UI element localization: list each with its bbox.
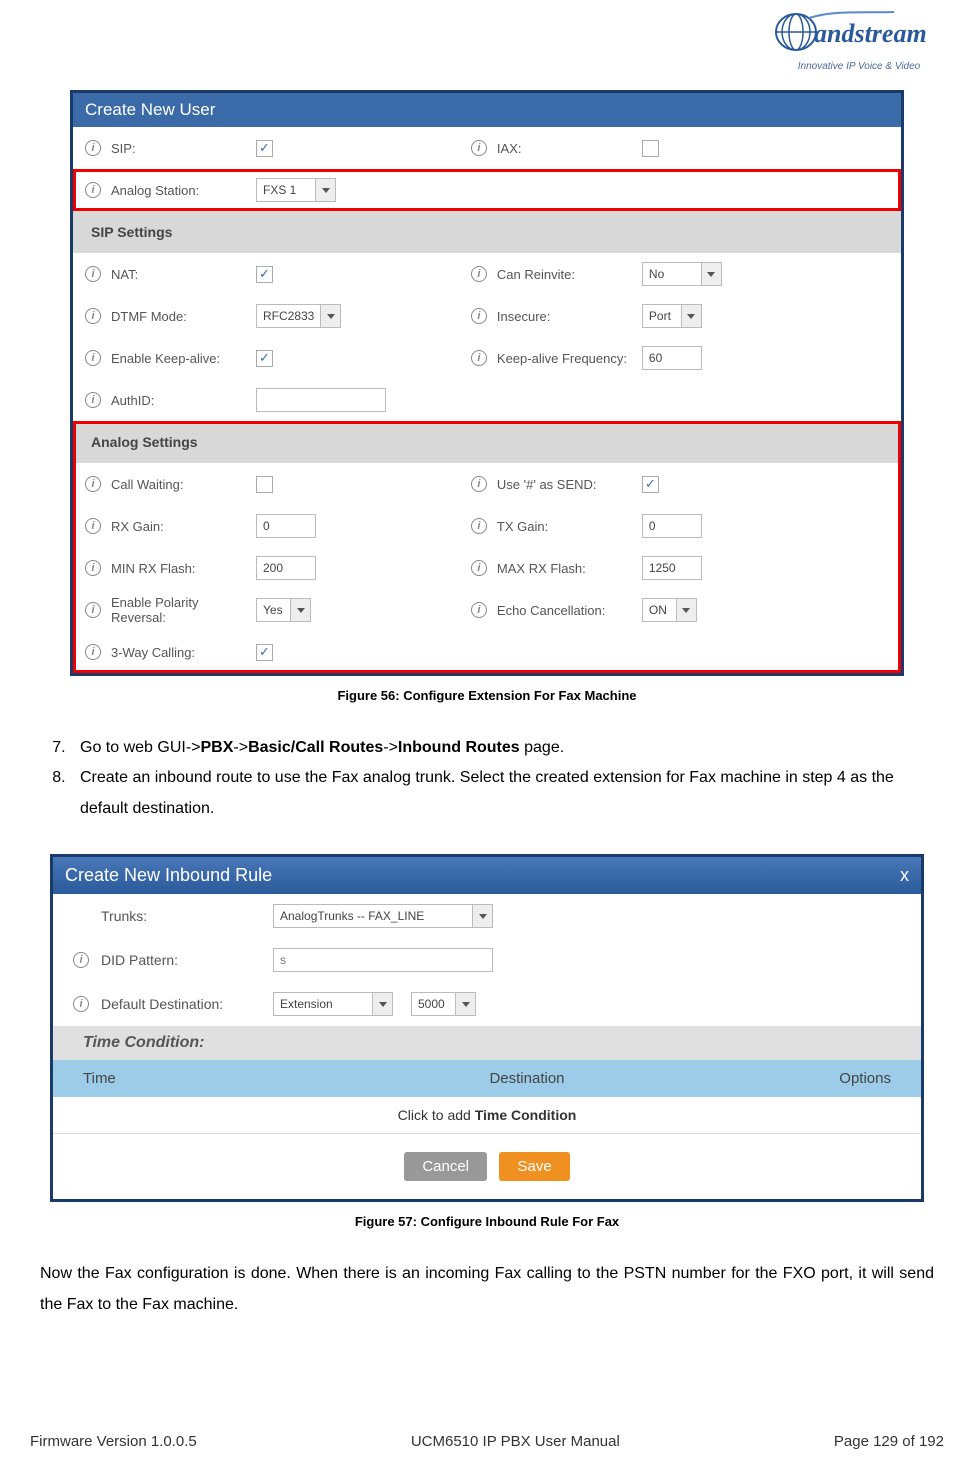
default-dest-label: Default Destination: — [101, 996, 223, 1012]
info-icon: i — [85, 392, 101, 408]
echo-select[interactable]: ON — [642, 598, 697, 622]
figure-56-caption: Figure 56: Configure Extension For Fax M… — [30, 688, 944, 703]
keepalive-freq-input[interactable] — [642, 346, 702, 370]
tc-col-time: Time — [83, 1070, 363, 1087]
tx-gain-input[interactable] — [642, 514, 702, 538]
info-icon: i — [85, 140, 101, 156]
logo-tagline: Innovative IP Voice & Video — [774, 61, 944, 72]
min-rx-label: MIN RX Flash: — [111, 561, 256, 576]
analog-settings-block: Analog Settings i Call Waiting: i Use '#… — [73, 421, 901, 673]
polarity-label: Enable Polarity Reversal: — [111, 595, 256, 625]
close-icon[interactable]: x — [900, 865, 909, 886]
can-reinvite-label: Can Reinvite: — [497, 267, 642, 282]
max-rx-label: MAX RX Flash: — [497, 561, 642, 576]
min-rx-input[interactable] — [256, 556, 316, 580]
can-reinvite-select[interactable]: No — [642, 262, 722, 286]
info-icon: i — [73, 996, 89, 1012]
info-icon: i — [85, 644, 101, 660]
footer-version: Firmware Version 1.0.0.5 — [30, 1433, 197, 1450]
keepalive-freq-label: Keep-alive Frequency: — [497, 351, 642, 366]
dest-type-select[interactable]: Extension — [273, 992, 393, 1016]
save-button[interactable]: Save — [499, 1152, 569, 1181]
info-icon: i — [471, 140, 487, 156]
did-input[interactable] — [273, 948, 493, 972]
step-7: Go to web GUI->PBX->Basic/Call Routes->I… — [70, 733, 944, 763]
step-8: Create an inbound route to use the Fax a… — [70, 763, 944, 824]
page-footer: Firmware Version 1.0.0.5 UCM6510 IP PBX … — [30, 1433, 944, 1450]
call-waiting-checkbox[interactable] — [256, 476, 273, 493]
keepalive-checkbox[interactable]: ✓ — [256, 350, 273, 367]
conclusion-text: Now the Fax configuration is done. When … — [40, 1259, 934, 1320]
info-icon: i — [85, 182, 101, 198]
svg-text:andstream: andstream — [814, 19, 927, 48]
threeway-label: 3-Way Calling: — [111, 645, 256, 660]
polarity-select[interactable]: Yes — [256, 598, 311, 622]
use-hash-label: Use '#' as SEND: — [497, 477, 642, 492]
time-condition-header: Time Condition: — [53, 1026, 921, 1060]
iax-label: IAX: — [497, 141, 642, 156]
cancel-button[interactable]: Cancel — [404, 1152, 487, 1181]
keepalive-label: Enable Keep-alive: — [111, 351, 256, 366]
iax-checkbox[interactable] — [642, 140, 659, 157]
info-icon: i — [85, 602, 101, 618]
info-icon: i — [471, 560, 487, 576]
time-condition-columns: Time Destination Options — [53, 1060, 921, 1097]
rx-gain-label: RX Gain: — [111, 519, 256, 534]
figure-56-panel: Create New User i SIP: ✓ i IAX: i Analog… — [70, 90, 904, 676]
authid-label: AuthID: — [111, 393, 256, 408]
analog-station-row: i Analog Station: FXS 1 — [73, 169, 901, 211]
echo-label: Echo Cancellation: — [497, 603, 642, 618]
panel-title: Create New User — [73, 93, 901, 127]
info-icon: i — [471, 350, 487, 366]
sip-settings-header: SIP Settings — [73, 211, 901, 253]
tx-gain-label: TX Gain: — [497, 519, 642, 534]
insecure-label: Insecure: — [497, 309, 642, 324]
info-icon: i — [471, 308, 487, 324]
call-waiting-label: Call Waiting: — [111, 477, 256, 492]
figure-57-caption: Figure 57: Configure Inbound Rule For Fa… — [30, 1214, 944, 1229]
tc-col-options: Options — [691, 1070, 891, 1087]
info-icon: i — [85, 308, 101, 324]
nat-checkbox[interactable]: ✓ — [256, 266, 273, 283]
did-label: DID Pattern: — [101, 952, 178, 968]
threeway-checkbox[interactable]: ✓ — [256, 644, 273, 661]
analog-settings-header: Analog Settings — [73, 421, 901, 463]
dest-ext-select[interactable]: 5000 — [411, 992, 476, 1016]
nat-label: NAT: — [111, 267, 256, 282]
instruction-list: Go to web GUI->PBX->Basic/Call Routes->I… — [70, 733, 944, 824]
max-rx-input[interactable] — [642, 556, 702, 580]
info-icon: i — [85, 266, 101, 282]
analog-station-select[interactable]: FXS 1 — [256, 178, 336, 202]
trunks-label: Trunks: — [101, 908, 147, 924]
info-icon: i — [471, 518, 487, 534]
use-hash-checkbox[interactable]: ✓ — [642, 476, 659, 493]
info-icon: i — [73, 952, 89, 968]
brand-logo: andstream Innovative IP Voice & Video — [774, 10, 944, 72]
info-icon: i — [471, 476, 487, 492]
insecure-select[interactable]: Port — [642, 304, 702, 328]
info-icon: i — [85, 476, 101, 492]
sip-label: SIP: — [111, 141, 256, 156]
rx-gain-input[interactable] — [256, 514, 316, 538]
authid-input[interactable] — [256, 388, 386, 412]
info-icon: i — [471, 266, 487, 282]
dtmf-label: DTMF Mode: — [111, 309, 256, 324]
footer-title: UCM6510 IP PBX User Manual — [411, 1433, 620, 1450]
trunks-select[interactable]: AnalogTrunks -- FAX_LINE — [273, 904, 493, 928]
info-icon: i — [471, 602, 487, 618]
tc-col-destination: Destination — [363, 1070, 691, 1087]
footer-page: Page 129 of 192 — [834, 1433, 944, 1450]
info-icon: i — [85, 518, 101, 534]
add-time-condition-link[interactable]: Click to add Time Condition — [53, 1097, 921, 1134]
dtmf-select[interactable]: RFC2833 — [256, 304, 341, 328]
sip-checkbox[interactable]: ✓ — [256, 140, 273, 157]
info-icon: i — [85, 350, 101, 366]
figure-57-panel: Create New Inbound Rule x Trunks: Analog… — [50, 854, 924, 1202]
inbound-rule-title: Create New Inbound Rule — [65, 865, 272, 886]
info-icon: i — [85, 560, 101, 576]
analog-station-label: Analog Station: — [111, 183, 256, 198]
